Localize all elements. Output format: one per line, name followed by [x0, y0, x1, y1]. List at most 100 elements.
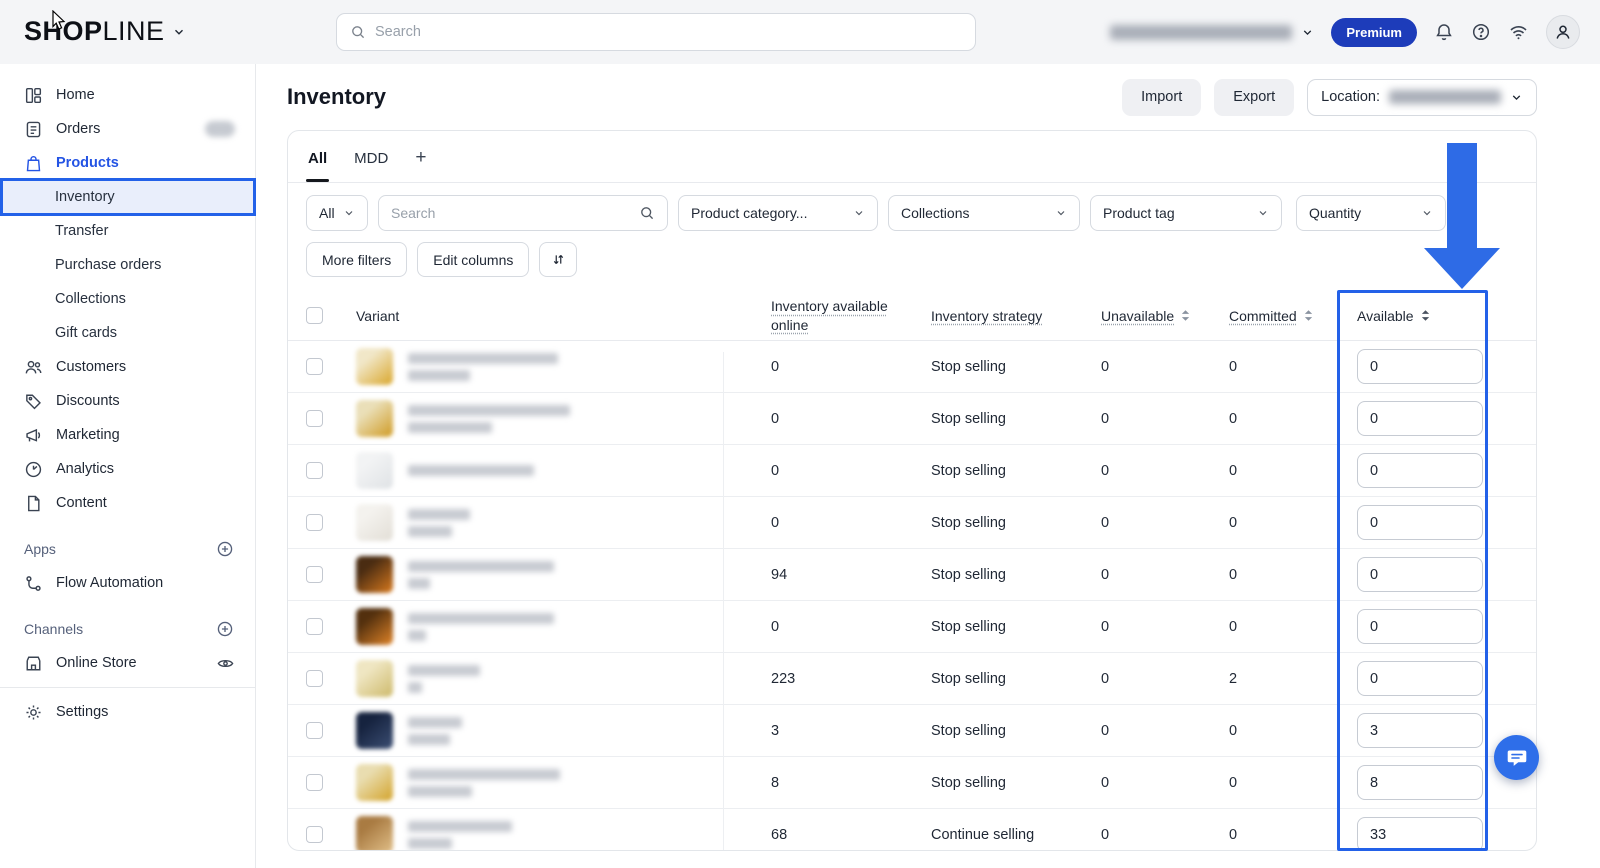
- select-all-checkbox[interactable]: [306, 307, 323, 324]
- inventory-strategy-value: Stop selling: [931, 359, 1101, 375]
- sidebar-item-orders[interactable]: Orders: [0, 112, 255, 146]
- sidebar-item-discounts[interactable]: Discounts: [0, 384, 255, 418]
- table-row: 0 Stop selling 0 0: [288, 497, 1536, 549]
- add-app-icon[interactable]: [216, 540, 234, 558]
- variant-cell[interactable]: [338, 400, 771, 437]
- row-checkbox[interactable]: [306, 358, 323, 375]
- quantity-filter[interactable]: Quantity: [1296, 195, 1446, 231]
- available-input[interactable]: [1357, 661, 1483, 696]
- shopline-logo[interactable]: SHOPLINE: [24, 16, 186, 47]
- notifications-bell-icon[interactable]: [1434, 22, 1454, 42]
- sidebar-item-flow-automation[interactable]: Flow Automation: [0, 566, 255, 600]
- sidebar-item-customers[interactable]: Customers: [0, 350, 255, 384]
- table-search[interactable]: [378, 195, 668, 231]
- import-button[interactable]: Import: [1122, 79, 1201, 116]
- available-input[interactable]: [1357, 401, 1483, 436]
- row-checkbox[interactable]: [306, 462, 323, 479]
- product-thumbnail: [356, 504, 393, 541]
- sort-button[interactable]: [539, 242, 577, 277]
- variant-cell[interactable]: [338, 816, 771, 851]
- edit-columns-button[interactable]: Edit columns: [417, 242, 529, 277]
- available-input[interactable]: [1357, 505, 1483, 540]
- variant-cell[interactable]: [338, 660, 771, 697]
- available-input[interactable]: [1357, 713, 1483, 748]
- sidebar-item-content[interactable]: Content: [0, 486, 255, 520]
- available-input[interactable]: [1357, 817, 1483, 851]
- sidebar-item-products[interactable]: Products: [0, 146, 255, 180]
- product-tag-filter[interactable]: Product tag: [1090, 195, 1282, 231]
- available-input[interactable]: [1357, 349, 1483, 384]
- column-header-online[interactable]: Inventory available online: [771, 297, 909, 333]
- variant-cell[interactable]: [338, 452, 771, 489]
- inventory-available-online-value: 0: [771, 411, 931, 427]
- sidebar-item-inventory[interactable]: Inventory: [0, 180, 255, 214]
- available-input[interactable]: [1357, 453, 1483, 488]
- eye-icon[interactable]: [216, 654, 235, 673]
- sidebar-item-analytics[interactable]: Analytics: [0, 452, 255, 486]
- sidebar-section-channels[interactable]: Channels: [0, 612, 255, 646]
- sidebar-section-apps[interactable]: Apps: [0, 532, 255, 566]
- sidebar-section-label: Channels: [24, 621, 83, 637]
- variant-cell[interactable]: [338, 556, 771, 593]
- collections-filter-label: Collections: [901, 205, 969, 221]
- table-row: 3 Stop selling 0 0: [288, 705, 1536, 757]
- help-icon[interactable]: [1471, 22, 1491, 42]
- available-input[interactable]: [1357, 765, 1483, 800]
- sidebar-item-transfer[interactable]: Transfer: [0, 214, 255, 248]
- global-search[interactable]: [336, 13, 976, 51]
- sort-icon[interactable]: [1180, 309, 1191, 322]
- row-checkbox[interactable]: [306, 722, 323, 739]
- sidebar-item-home[interactable]: Home: [0, 78, 255, 112]
- premium-badge[interactable]: Premium: [1331, 18, 1417, 47]
- sidebar-item-online-store[interactable]: Online Store: [0, 646, 255, 680]
- scope-filter[interactable]: All: [306, 195, 368, 231]
- variant-cell[interactable]: [338, 712, 771, 749]
- add-channel-icon[interactable]: [216, 620, 234, 638]
- filter-buttons-row: More filters Edit columns: [288, 231, 1536, 277]
- row-checkbox[interactable]: [306, 514, 323, 531]
- tab-all[interactable]: All: [308, 150, 327, 182]
- add-view-button[interactable]: +: [415, 147, 426, 182]
- collections-filter[interactable]: Collections: [888, 195, 1080, 231]
- filter-row: All Product category... Collections Prod…: [288, 183, 1536, 231]
- more-filters-button[interactable]: More filters: [306, 242, 407, 277]
- variant-cell[interactable]: [338, 608, 771, 645]
- available-input[interactable]: [1357, 609, 1483, 644]
- product-category-filter[interactable]: Product category...: [678, 195, 878, 231]
- row-checkbox[interactable]: [306, 826, 323, 843]
- sort-icon[interactable]: [1303, 309, 1314, 322]
- store-switcher[interactable]: [1110, 25, 1314, 40]
- sidebar-item-collections[interactable]: Collections: [0, 282, 255, 316]
- row-checkbox[interactable]: [306, 618, 323, 635]
- row-checkbox[interactable]: [306, 410, 323, 427]
- sort-icon[interactable]: [1420, 309, 1431, 322]
- global-search-input[interactable]: [375, 24, 962, 40]
- available-input[interactable]: [1357, 557, 1483, 592]
- product-tag-filter-label: Product tag: [1103, 205, 1175, 221]
- row-checkbox[interactable]: [306, 566, 323, 583]
- avatar[interactable]: [1546, 15, 1580, 49]
- chevron-down-icon: [1510, 91, 1523, 104]
- committed-value: 0: [1229, 827, 1357, 843]
- export-button[interactable]: Export: [1214, 79, 1294, 116]
- sidebar-item-settings[interactable]: Settings: [0, 695, 255, 729]
- column-header-unavailable[interactable]: Unavailable: [1101, 308, 1229, 324]
- page-title: Inventory: [287, 84, 386, 110]
- variant-cell[interactable]: [338, 504, 771, 541]
- sidebar-item-gift-cards[interactable]: Gift cards: [0, 316, 255, 350]
- inventory-strategy-value: Stop selling: [931, 411, 1101, 427]
- row-checkbox[interactable]: [306, 774, 323, 791]
- column-header-strategy[interactable]: Inventory strategy: [931, 308, 1101, 324]
- sidebar-item-marketing[interactable]: Marketing: [0, 418, 255, 452]
- table-row: 0 Stop selling 0 0: [288, 445, 1536, 497]
- tab-mdd[interactable]: MDD: [354, 150, 388, 182]
- row-checkbox[interactable]: [306, 670, 323, 687]
- variant-cell[interactable]: [338, 348, 771, 385]
- chat-launcher-button[interactable]: [1494, 735, 1539, 780]
- column-header-available[interactable]: Available: [1357, 308, 1518, 324]
- table-search-input[interactable]: [391, 205, 631, 221]
- location-selector[interactable]: Location:: [1307, 79, 1537, 116]
- sidebar-item-purchase-orders[interactable]: Purchase orders: [0, 248, 255, 282]
- variant-cell[interactable]: [338, 764, 771, 801]
- column-header-committed[interactable]: Committed: [1229, 308, 1357, 324]
